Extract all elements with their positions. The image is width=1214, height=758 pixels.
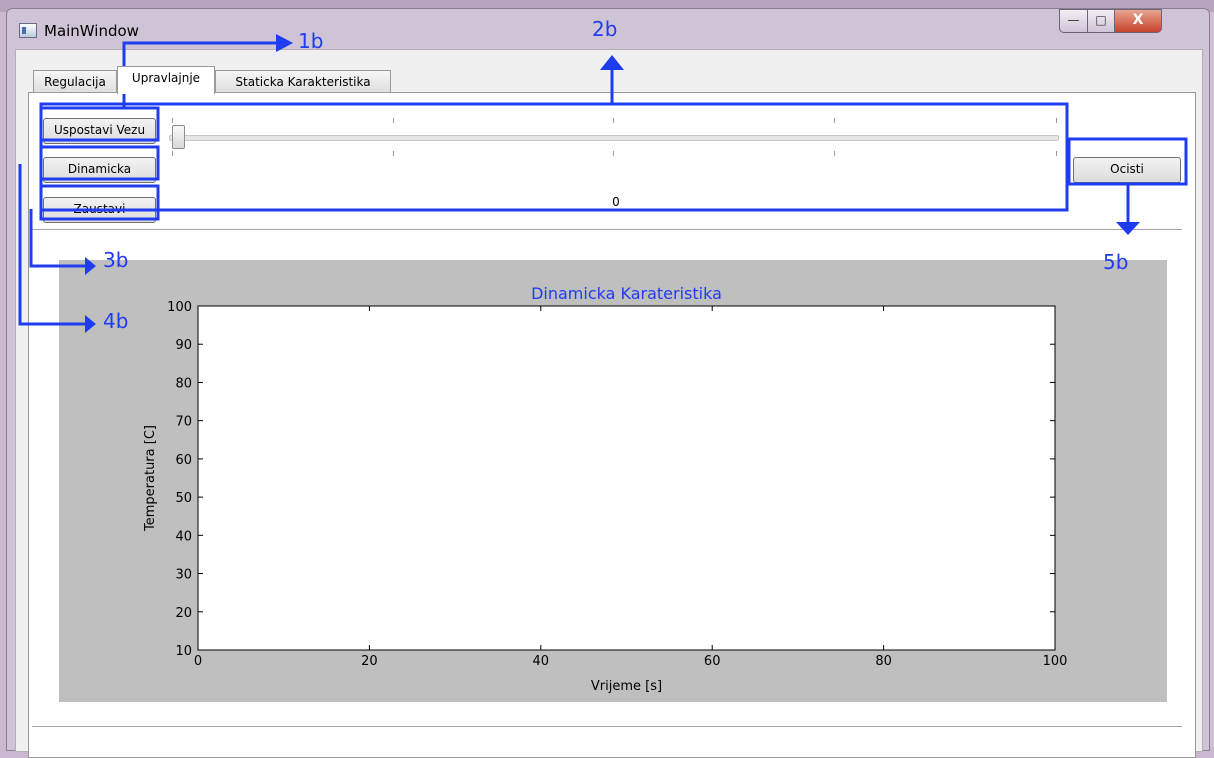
annotation-label-1b: 1b — [298, 29, 324, 53]
arrowhead-4b — [85, 315, 96, 333]
annotation-box-5b — [1067, 137, 1188, 186]
annotation-box-3b — [39, 184, 160, 221]
annotation-label-3b: 3b — [103, 248, 129, 272]
arrowhead-5b — [1116, 222, 1140, 235]
annotation-box-1b — [39, 106, 160, 142]
annotation-box-2b — [39, 102, 1069, 212]
annotation-label-2b: 2b — [592, 17, 618, 41]
annotation-label-5b: 5b — [1103, 250, 1129, 274]
annotation-overlay — [18, 34, 1188, 333]
arrowhead-2b — [600, 55, 624, 70]
annotation-label-4b: 4b — [103, 309, 129, 333]
arrowhead-3b — [85, 257, 96, 275]
tab-upravljanje[interactable]: Upravlajnje — [117, 66, 215, 94]
annotation-box-4b — [39, 145, 160, 181]
arrowhead-1b — [276, 34, 293, 52]
